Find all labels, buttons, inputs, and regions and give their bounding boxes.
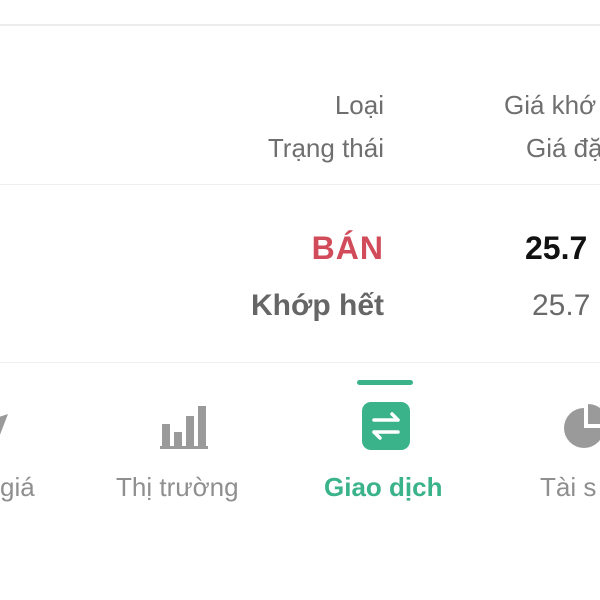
nav-item-price[interactable]: giá bbox=[0, 362, 90, 522]
order-price: 25.7 bbox=[532, 289, 591, 322]
header-type-label: Loại bbox=[334, 90, 384, 120]
header-order-price-label: Giá đặ bbox=[526, 133, 600, 163]
nav-item-market[interactable]: Thị trường bbox=[110, 362, 260, 522]
nav-item-trade[interactable]: Giao dịch bbox=[310, 362, 460, 522]
nav-label-assets: Tài s bbox=[540, 472, 597, 502]
nav-item-assets[interactable]: Tài s bbox=[530, 362, 600, 522]
header-matched-price-label: Giá khớ bbox=[504, 90, 597, 120]
bar-chart-icon bbox=[160, 404, 208, 450]
pie-chart-icon bbox=[564, 404, 600, 450]
order-side: BÁN bbox=[311, 230, 384, 266]
order-matched-price: 25.7 bbox=[525, 230, 588, 266]
price-icon bbox=[0, 406, 12, 446]
nav-label-market: Thị trường bbox=[116, 472, 239, 502]
header-divider bbox=[0, 184, 600, 185]
nav-divider bbox=[0, 362, 600, 363]
active-tab-indicator bbox=[357, 380, 413, 385]
top-divider bbox=[0, 24, 600, 26]
transfer-icon bbox=[362, 402, 410, 450]
app-screen: Loại Trạng thái Giá khớ Giá đặ BÁN Khớp … bbox=[0, 0, 600, 600]
nav-label-trade: Giao dịch bbox=[324, 472, 443, 502]
nav-label-price: giá bbox=[0, 472, 35, 502]
header-status-label: Trạng thái bbox=[267, 133, 384, 163]
order-status: Khớp hết bbox=[251, 289, 384, 322]
